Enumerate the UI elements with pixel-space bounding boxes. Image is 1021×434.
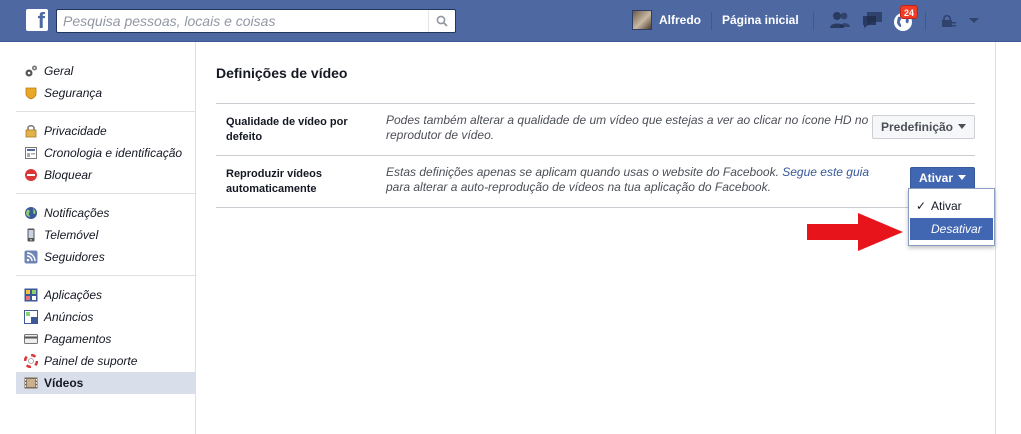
autoplay-dropdown-menu: ✓ Ativar Desativar bbox=[908, 188, 995, 246]
timeline-icon bbox=[25, 147, 37, 159]
video-quality-dropdown-button[interactable]: Predefinição bbox=[871, 115, 975, 139]
card-icon bbox=[24, 334, 38, 344]
button-label: Ativar bbox=[918, 171, 953, 185]
sidebar-item-label: Segurança bbox=[44, 86, 103, 100]
friend-requests-icon[interactable] bbox=[829, 11, 851, 29]
divider bbox=[925, 12, 926, 30]
settings-sidebar: Geral Segurança Privacidade Cronologia e… bbox=[16, 60, 196, 409]
setting-description: Estas definições apenas se aplicam quand… bbox=[386, 165, 876, 195]
setting-description: Podes também alterar a qualidade de um v… bbox=[386, 113, 869, 142]
block-icon bbox=[25, 169, 37, 181]
gears-icon bbox=[25, 65, 37, 77]
sidebar-group: Notificações Telemóvel Seguidores bbox=[16, 202, 196, 276]
sidebar-item-label: Aplicações bbox=[44, 288, 103, 302]
setting-row-video-quality: Qualidade de vídeo por defeito Podes tam… bbox=[216, 104, 975, 156]
sidebar-item-label: Painel de suporte bbox=[44, 354, 138, 368]
divider bbox=[711, 12, 712, 30]
page-title: Definições de vídeo bbox=[216, 65, 348, 81]
sidebar-item-telemovel[interactable]: Telemóvel bbox=[16, 224, 196, 246]
rss-icon bbox=[24, 250, 38, 264]
notification-count-badge: 24 bbox=[900, 5, 918, 19]
setting-label: Reproduzir vídeos automaticamente bbox=[226, 168, 322, 195]
checkmark-icon: ✓ bbox=[916, 199, 927, 213]
search-input[interactable] bbox=[57, 10, 439, 32]
setting-label: Qualidade de vídeo por defeito bbox=[226, 116, 348, 143]
account-menu-chevron-down-icon[interactable] bbox=[968, 17, 980, 25]
menu-item-label: Ativar bbox=[931, 199, 962, 213]
sidebar-item-aplicacoes[interactable]: Aplicações bbox=[16, 284, 196, 306]
sidebar-item-label: Pagamentos bbox=[44, 332, 112, 346]
sidebar-item-painel-suporte[interactable]: Painel de suporte bbox=[16, 350, 196, 372]
sidebar-item-cronologia[interactable]: Cronologia e identificação bbox=[16, 142, 196, 164]
lifebuoy-icon bbox=[24, 354, 38, 368]
top-bar: f Alfredo Página inicial 24 bbox=[0, 0, 1021, 42]
messages-icon[interactable] bbox=[862, 11, 884, 29]
user-name: Alfredo bbox=[659, 13, 701, 27]
sidebar-item-privacidade[interactable]: Privacidade bbox=[16, 120, 196, 142]
sidebar-item-label: Cronologia e identificação bbox=[44, 146, 183, 160]
sidebar-group: Aplicações Anúncios Pagamentos Painel de… bbox=[16, 284, 196, 401]
shield-badge-icon bbox=[25, 87, 37, 100]
apps-icon bbox=[24, 288, 38, 302]
sidebar-item-seguidores[interactable]: Seguidores bbox=[16, 246, 196, 268]
film-icon bbox=[24, 377, 38, 389]
setting-row-autoplay: Reproduzir vídeos automaticamente Estas … bbox=[216, 156, 975, 208]
search-icon bbox=[436, 15, 448, 27]
sidebar-item-bloquear[interactable]: Bloquear bbox=[16, 164, 196, 186]
autoplay-dropdown-button[interactable]: Ativar bbox=[909, 167, 975, 190]
button-label: Predefinição bbox=[880, 120, 953, 134]
sidebar-item-pagamentos[interactable]: Pagamentos bbox=[16, 328, 196, 350]
caret-down-icon bbox=[958, 124, 966, 130]
autoplay-guide-link[interactable]: Segue este guia bbox=[782, 165, 869, 179]
description-text: Estas definições apenas se aplicam quand… bbox=[386, 165, 783, 179]
menu-item-ativar[interactable]: ✓ Ativar bbox=[910, 195, 993, 217]
menu-item-label: Desativar bbox=[931, 222, 982, 236]
description-text: para alterar a auto-reprodução de vídeos… bbox=[386, 180, 771, 194]
sidebar-item-anuncios[interactable]: Anúncios bbox=[16, 306, 196, 328]
sidebar-group: Geral Segurança bbox=[16, 60, 196, 112]
sidebar-group: Privacidade Cronologia e identificação B… bbox=[16, 120, 196, 194]
video-settings-table: Qualidade de vídeo por defeito Podes tam… bbox=[216, 103, 975, 208]
sidebar-item-label: Privacidade bbox=[44, 124, 107, 138]
privacy-shortcuts-lock-icon[interactable] bbox=[940, 14, 956, 28]
sidebar-item-label: Anúncios bbox=[44, 310, 94, 324]
lock-icon bbox=[25, 125, 37, 138]
sidebar-item-seguranca[interactable]: Segurança bbox=[16, 82, 196, 104]
menu-item-desativar[interactable]: Desativar bbox=[910, 218, 993, 240]
sidebar-item-videos[interactable]: Vídeos bbox=[16, 372, 196, 394]
facebook-logo-icon[interactable]: f bbox=[26, 9, 48, 32]
mobile-icon bbox=[27, 228, 35, 242]
sidebar-item-label: Vídeos bbox=[44, 376, 84, 390]
sidebar-item-geral[interactable]: Geral bbox=[16, 60, 196, 82]
caret-down-icon bbox=[958, 175, 966, 181]
content-right-border bbox=[995, 42, 996, 434]
sidebar-item-notificacoes[interactable]: Notificações bbox=[16, 202, 196, 224]
globe-icon bbox=[25, 207, 37, 219]
sidebar-item-label: Bloquear bbox=[44, 168, 93, 182]
sidebar-item-label: Telemóvel bbox=[44, 228, 99, 242]
avatar bbox=[632, 10, 652, 30]
home-link[interactable]: Página inicial bbox=[722, 13, 799, 27]
red-arrow-annotation-icon bbox=[807, 213, 903, 251]
divider bbox=[813, 12, 814, 30]
sidebar-item-label: Seguidores bbox=[44, 250, 105, 264]
search-button[interactable] bbox=[428, 10, 455, 32]
sidebar-item-label: Notificações bbox=[44, 206, 110, 220]
ads-icon bbox=[24, 310, 38, 324]
sidebar-item-label: Geral bbox=[44, 64, 74, 78]
search-box bbox=[56, 9, 456, 33]
